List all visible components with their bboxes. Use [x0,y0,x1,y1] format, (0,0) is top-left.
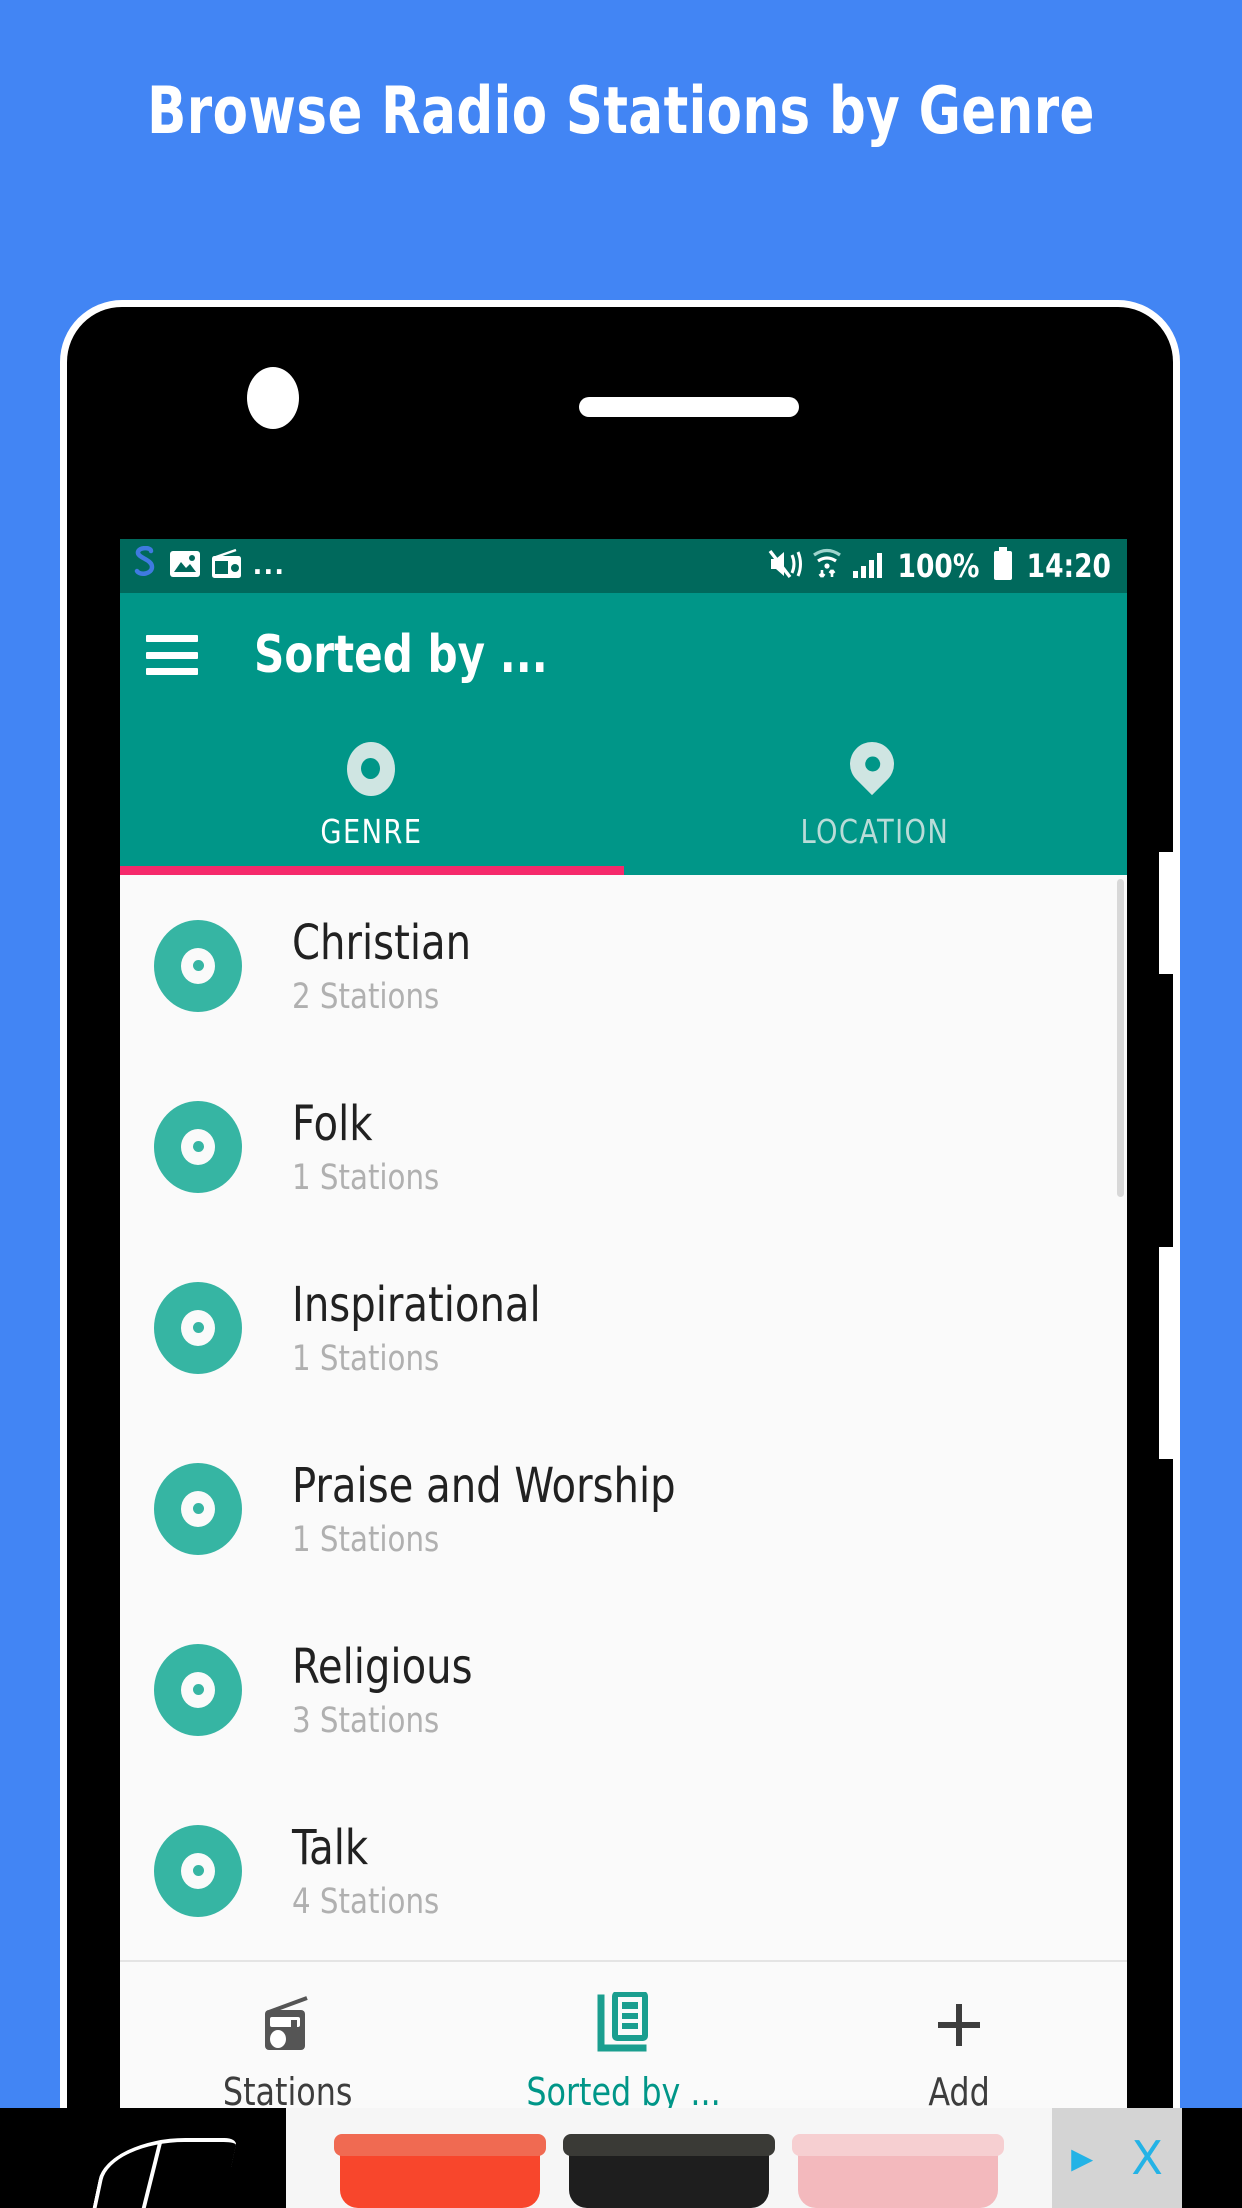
list-item-subtitle: 1 Stations [292,1519,440,1560]
status-overflow-dots: ... [253,545,286,581]
tab-location-label: LOCATION [800,811,950,851]
list-item-title: Praise and Worship [292,1457,676,1514]
wifi-icon [812,547,842,586]
plus-icon [930,1992,988,2054]
list-item[interactable]: Religious 3 Stations [120,1599,1127,1780]
list-item-title: Inspirational [292,1276,541,1333]
ad-bag-black-image [562,2134,775,2208]
disc-icon [154,1100,242,1193]
tab-bar: GENRE LOCATION [120,717,1127,875]
front-camera-icon [247,367,299,429]
list-item[interactable]: Christian 2 Stations [120,875,1127,1056]
disc-icon [154,1643,242,1736]
list-item-subtitle: 1 Stations [292,1338,440,1379]
app-toolbar: Sorted by ... [120,593,1127,717]
adchoices-triangle-icon[interactable]: ▸ [1071,2136,1093,2180]
battery-percent-label: 100% [897,547,980,585]
ad-controls: ▸ X [1052,2108,1182,2208]
ad-product-images [286,2108,1052,2208]
page-title: Browse Radio Stations by Genre [147,74,1095,149]
ad-filler [1182,2108,1242,2208]
tab-genre-label: GENRE [320,811,423,851]
list-item-subtitle: 3 Stations [292,1700,440,1741]
hamburger-menu-icon[interactable] [146,635,198,675]
list-item-subtitle: 2 Stations [292,976,440,1017]
status-bar-notification-icons: ... [130,545,286,587]
mute-vibrate-icon [767,548,803,585]
location-pin-icon [841,732,904,795]
disc-icon [346,741,397,796]
s-logo-icon [130,545,160,587]
ad-bag-pink-image [791,2134,1004,2208]
tab-location[interactable]: LOCATION [624,717,1128,875]
disc-icon [154,919,242,1012]
list-item-title: Talk [292,1819,369,1876]
list-stack-icon [595,1992,653,2054]
ad-brand-logo [0,2108,286,2208]
radio-icon [210,548,244,585]
tab-indicator [120,866,624,875]
status-bar: ... 100% 14:20 [120,539,1127,593]
list-item[interactable]: Inspirational 1 Stations [120,1237,1127,1418]
list-item[interactable]: Talk 4 Stations [120,1780,1127,1960]
ad-bag-red-image [334,2134,547,2208]
signal-icon [851,549,885,584]
list-item[interactable]: Folk 1 Stations [120,1056,1127,1237]
toolbar-title: Sorted by ... [254,625,548,685]
battery-icon [992,546,1014,586]
volume-button[interactable] [1159,852,1173,974]
status-bar-system-icons: 100% 14:20 [767,546,1115,586]
radio-icon [257,1992,319,2054]
list-item-subtitle: 4 Stations [292,1881,440,1922]
disc-icon [154,1281,242,1374]
disc-icon [154,1462,242,1555]
app-screen: ... 100% 14:20 Sorted by ... GENRE LOCAT… [120,539,1127,2208]
image-icon [169,549,201,584]
ad-banner[interactable]: ▸ X [0,2108,1242,2208]
close-icon[interactable]: X [1131,2135,1163,2181]
earpiece-speaker-icon [579,397,799,417]
power-button[interactable] [1159,1247,1173,1459]
disc-icon [154,1824,242,1917]
list-item[interactable]: Praise and Worship 1 Stations [120,1418,1127,1599]
list-item-title: Christian [292,914,472,971]
list-item-title: Religious [292,1638,473,1695]
clock-label: 14:20 [1027,547,1112,585]
phone-mockup: ... 100% 14:20 Sorted by ... GENRE LOCAT… [60,300,1180,2208]
genre-list[interactable]: Christian 2 Stations Folk 1 Stations Ins… [120,875,1127,1960]
list-item-title: Folk [292,1095,373,1152]
list-item-subtitle: 1 Stations [292,1157,440,1198]
tab-genre[interactable]: GENRE [120,717,624,875]
list-scrollbar[interactable] [1117,879,1124,1197]
